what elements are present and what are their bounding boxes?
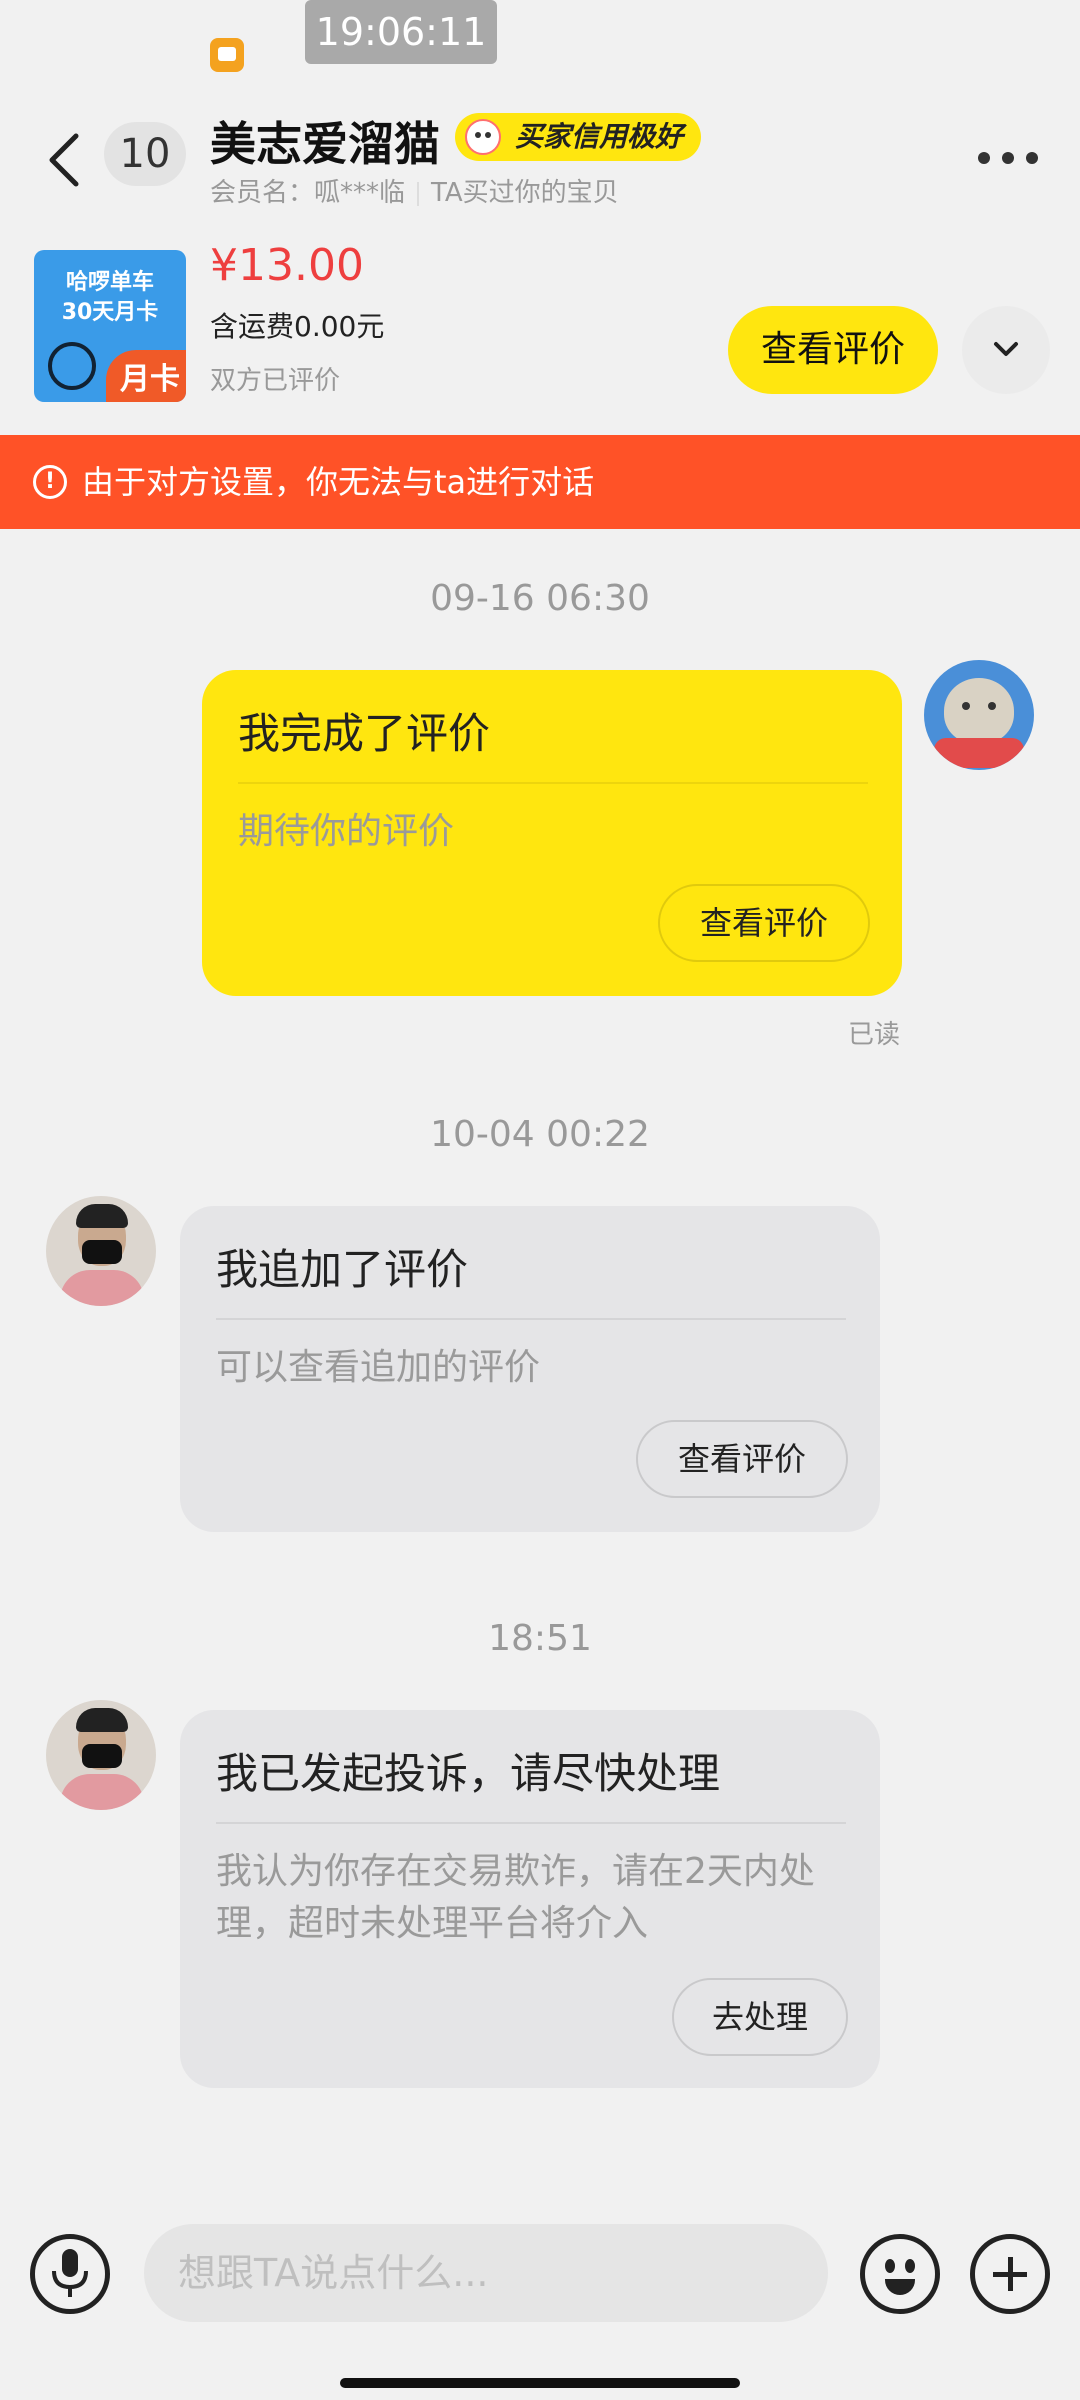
warning-text: 由于对方设置，你无法与ta进行对话	[82, 463, 595, 501]
contact-avatar[interactable]	[46, 1700, 156, 1810]
view-evaluation-button[interactable]: 查看评价	[658, 884, 870, 962]
bubble-divider	[216, 1318, 846, 1320]
divider	[417, 181, 420, 206]
bubble-subtitle: 我认为你存在交易欺诈，请在2天内处理，超时未处理平台将介入	[216, 1851, 815, 1944]
credit-face-icon	[465, 119, 501, 155]
shipping-fee: 含运费0.00元	[210, 310, 385, 343]
bubble-divider	[238, 782, 868, 784]
back-icon[interactable]	[40, 128, 90, 192]
my-avatar[interactable]	[924, 660, 1034, 770]
bubble-subtitle: 可以查看追加的评价	[216, 1347, 541, 1388]
message-timestamp: 10-04 00:22	[430, 1114, 650, 1155]
bubble-divider	[216, 1822, 846, 1824]
member-name: 会员名：呱***临	[210, 178, 406, 208]
contact-avatar[interactable]	[46, 1196, 156, 1306]
bubble-subtitle: 期待你的评价	[238, 811, 455, 852]
read-status: 已读	[848, 1020, 901, 1050]
blocked-warning-banner: ! 由于对方设置，你无法与ta进行对话	[0, 435, 1080, 529]
product-price: ¥13.00	[210, 240, 364, 291]
microphone-icon[interactable]	[30, 2234, 110, 2314]
expand-button[interactable]	[962, 306, 1050, 394]
message-timestamp: 09-16 06:30	[430, 578, 650, 619]
contact-name: 美志爱溜猫	[210, 117, 440, 171]
product-card[interactable]: 哈啰单车 30天月卡 月卡 ¥13.00 含运费0.00元 双方已评价 查看评价	[0, 240, 1080, 435]
status-time: 19:06:11	[305, 0, 497, 64]
message-timestamp: 18:51	[488, 1618, 592, 1659]
member-info: 会员名：呱***临 TA买过你的宝贝	[210, 172, 619, 209]
credit-badge-label: 买家信用极好	[515, 120, 684, 153]
thumbnail-card-label: 月卡	[106, 350, 186, 402]
purchase-note: TA买过你的宝贝	[431, 178, 619, 208]
bubble-title: 我完成了评价	[238, 709, 491, 758]
credit-badge: 买家信用极好	[455, 113, 702, 161]
warning-icon: !	[33, 465, 67, 499]
view-evaluation-button[interactable]: 查看评价	[636, 1420, 848, 1498]
message-bubble-evaluation-done: 我完成了评价 期待你的评价 查看评价	[202, 670, 902, 996]
home-indicator	[340, 2378, 740, 2388]
bubble-title: 我已发起投诉，请尽快处理	[216, 1749, 721, 1798]
bike-wheel-icon	[48, 342, 96, 390]
message-input[interactable]	[144, 2224, 828, 2322]
view-evaluation-button[interactable]: 查看评价	[728, 306, 938, 394]
plus-icon[interactable]	[970, 2234, 1050, 2314]
unread-count-badge[interactable]: 10	[104, 122, 186, 186]
evaluation-status: 双方已评价	[210, 366, 341, 396]
handle-complaint-button[interactable]: 去处理	[672, 1978, 848, 2056]
emoji-icon[interactable]	[860, 2234, 940, 2314]
chevron-down-icon	[994, 342, 1018, 356]
input-bar	[0, 2200, 1080, 2400]
bubble-title: 我追加了评价	[216, 1245, 469, 1294]
message-bubble-evaluation-added: 我追加了评价 可以查看追加的评价 查看评价	[180, 1206, 880, 1532]
status-bar: 19:06:11	[0, 0, 1080, 80]
thumbnail-title: 哈啰单车 30天月卡	[61, 270, 159, 325]
message-bubble-complaint: 我已发起投诉，请尽快处理 我认为你存在交易欺诈，请在2天内处理，超时未处理平台将…	[180, 1710, 880, 2088]
chat-header: 10 美志爱溜猫 买家信用极好 会员名：呱***临 TA买过你的宝贝	[0, 80, 1080, 240]
product-thumbnail[interactable]: 哈啰单车 30天月卡 月卡	[34, 250, 186, 402]
more-icon[interactable]	[978, 142, 1038, 172]
notification-icon	[210, 38, 244, 72]
